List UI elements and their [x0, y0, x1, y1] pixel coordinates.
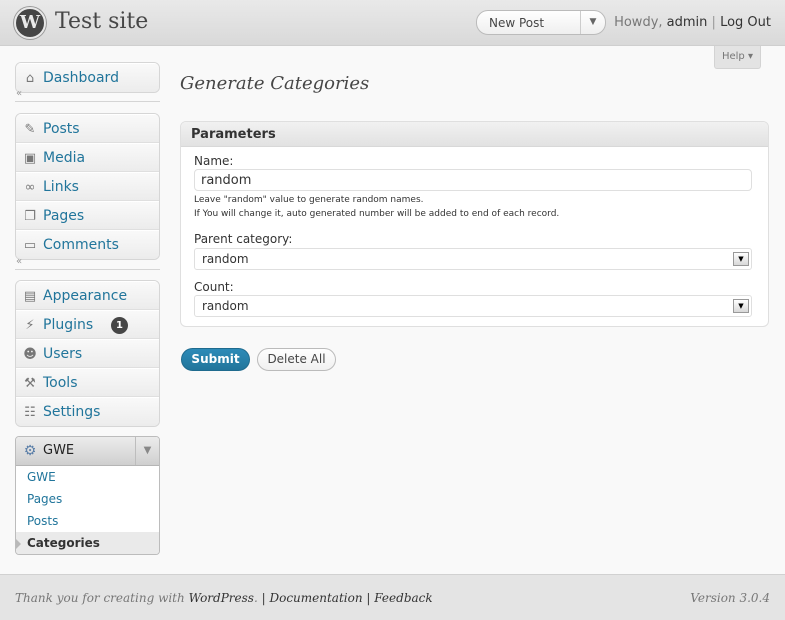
collapse-arrow-icon[interactable]: « [16, 256, 22, 267]
admin-footer: Thank you for creating with WordPress. |… [0, 574, 785, 620]
parameters-box-title: Parameters [191, 127, 276, 142]
sidebar-item-gwe[interactable]: ⚙ GWE ▼ [16, 437, 159, 466]
sidebar-item-links[interactable]: ∞ Links [16, 172, 159, 201]
link-icon: ∞ [24, 179, 36, 195]
count-select[interactable]: random ▼ [194, 295, 752, 317]
logout-link[interactable]: Log Out [720, 15, 771, 30]
sidebar-item-dashboard[interactable]: ⌂ Dashboard [16, 63, 159, 92]
comment-bubble-icon: ▭ [23, 237, 37, 253]
tools-icon: ⚒ [24, 375, 36, 391]
chevron-down-icon[interactable]: ▼ [580, 11, 605, 34]
plug-icon: ⚡ [25, 317, 35, 333]
users-icon: ☻ [23, 346, 37, 362]
submenu-item-categories[interactable]: Categories [16, 532, 159, 554]
settings-icon: ☷ [24, 404, 36, 420]
admin-header: W Test site New Post ▼ Howdy, admin | Lo… [0, 0, 785, 46]
plugins-update-count-badge: 1 [111, 317, 128, 334]
count-label: Count: [194, 280, 234, 294]
sidebar-item-posts[interactable]: ✎ Posts [16, 114, 159, 143]
parent-category-select[interactable]: random ▼ [194, 248, 752, 270]
favorite-actions-dropdown[interactable]: New Post ▼ [476, 10, 606, 35]
menu-group-content: ✎ Posts ▣ Media ∞ Links ❐ Pages ▭ Commen… [15, 113, 160, 260]
sidebar-item-appearance[interactable]: ▤ Appearance [16, 281, 159, 310]
user-info: Howdy, admin | Log Out [614, 15, 771, 30]
sidebar-item-tools[interactable]: ⚒ Tools [16, 368, 159, 397]
submenu-item-posts[interactable]: Posts [16, 510, 159, 532]
dropdown-arrow-icon[interactable]: ▼ [733, 252, 749, 266]
pages-icon: ❐ [24, 208, 36, 224]
wordpress-logo-icon[interactable]: W [14, 7, 46, 39]
collapse-arrow-icon[interactable]: « [16, 88, 22, 99]
wordpress-link[interactable]: WordPress [189, 591, 254, 605]
parameters-box: Parameters Name: Leave "random" value to… [180, 121, 769, 327]
sidebar-item-pages[interactable]: ❐ Pages [16, 201, 159, 230]
dropdown-arrow-icon[interactable]: ▼ [733, 299, 749, 313]
dashboard-icon: ⌂ [25, 70, 35, 86]
new-post-link[interactable]: New Post [489, 16, 544, 30]
camera-icon: ▣ [23, 150, 37, 166]
site-title[interactable]: Test site [55, 9, 148, 34]
sidebar-item-media[interactable]: ▣ Media [16, 143, 159, 172]
submenu-toggle-icon[interactable]: ▼ [135, 437, 159, 465]
sidebar-item-settings[interactable]: ☷ Settings [16, 397, 159, 426]
menu-group-dashboard: ⌂ Dashboard [15, 62, 160, 93]
delete-all-button[interactable]: Delete All [257, 348, 336, 371]
version-info: Version 3.0.4 [690, 591, 770, 605]
current-item-arrow-icon [16, 539, 21, 549]
gear-icon: ⚙ [23, 443, 37, 459]
pushpin-icon: ✎ [24, 121, 36, 137]
documentation-link[interactable]: Documentation [269, 591, 362, 605]
sidebar-item-plugins[interactable]: ⚡ Plugins 1 [16, 310, 159, 339]
name-hint-line-2: If You will change it, auto generated nu… [194, 209, 560, 219]
parent-category-label: Parent category: [194, 232, 293, 246]
menu-separator[interactable]: « [15, 256, 160, 270]
submenu-item-pages[interactable]: Pages [16, 488, 159, 510]
submit-button[interactable]: Submit [181, 348, 250, 371]
appearance-icon: ▤ [23, 288, 37, 304]
menu-separator[interactable]: « [15, 88, 160, 102]
footer-credits: Thank you for creating with WordPress. |… [15, 591, 433, 605]
parameters-box-header: Parameters [181, 122, 768, 147]
sidebar-item-comments[interactable]: ▭ Comments [16, 230, 159, 259]
user-profile-link[interactable]: admin [667, 15, 708, 30]
menu-group-admin: ▤ Appearance ⚡ Plugins 1 ☻ Users ⚒ Tools… [15, 280, 160, 427]
sidebar-item-users[interactable]: ☻ Users [16, 339, 159, 368]
feedback-link[interactable]: Feedback [374, 591, 432, 605]
name-input[interactable] [194, 169, 752, 191]
menu-group-gwe: ⚙ GWE ▼ GWE Pages Posts Categories [15, 436, 160, 555]
name-label: Name: [194, 154, 234, 168]
page-title: Generate Categories [180, 73, 370, 94]
submenu-item-gwe[interactable]: GWE [16, 466, 159, 488]
help-tab[interactable]: Help ▾ [714, 46, 761, 69]
name-hint-line-1: Leave "random" value to generate random … [194, 195, 424, 205]
